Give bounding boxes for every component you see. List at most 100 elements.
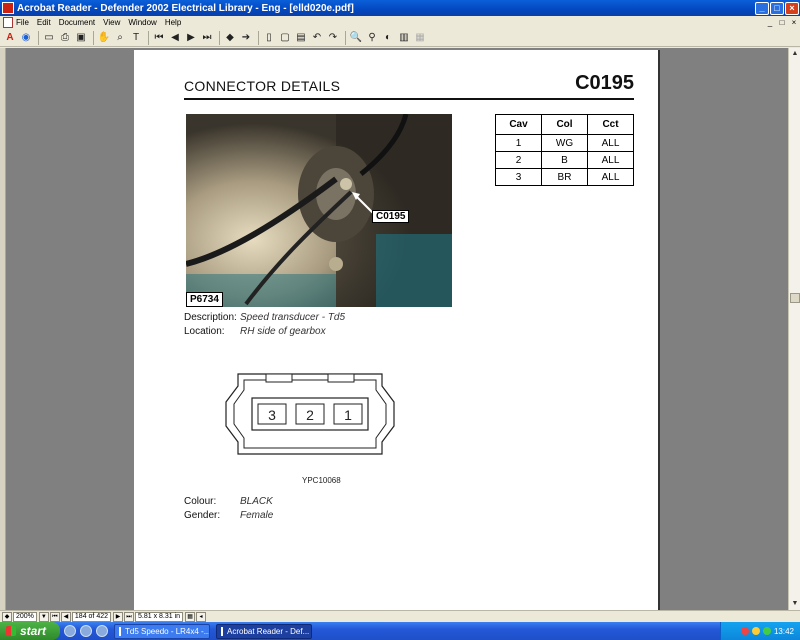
doc-restore-button[interactable]: □ (776, 18, 788, 27)
first-page-button[interactable]: ⏮ (49, 611, 60, 622)
menu-window[interactable]: Window (128, 18, 156, 27)
print-icon[interactable]: ⎙ (58, 31, 72, 45)
maximize-button[interactable]: □ (770, 1, 784, 15)
menu-document[interactable]: Document (59, 18, 95, 27)
quicklaunch-desktop-icon[interactable] (80, 625, 92, 637)
pin-label-2: 2 (306, 407, 314, 423)
header-cav: Cav (495, 114, 542, 135)
quicklaunch-browser-icon[interactable] (64, 625, 76, 637)
pin-label-1: 1 (344, 407, 352, 423)
prev-page-icon[interactable]: ◀ (168, 31, 182, 45)
figure-code: YPC10068 (302, 476, 341, 485)
location-label: Location: (184, 326, 225, 337)
header-col: Col (541, 114, 588, 135)
description-line: Description: Speed transducer - Td5 (184, 312, 345, 323)
firefox-task-icon (119, 626, 121, 636)
description-label: Description: (184, 312, 237, 323)
menu-file[interactable]: File (16, 18, 29, 27)
rotate-right-icon[interactable]: ↷ (326, 31, 340, 45)
fit-page-icon[interactable]: ▢ (278, 31, 292, 45)
windows-flag-icon (6, 626, 16, 636)
scroll-up-icon[interactable]: ▲ (789, 48, 800, 60)
zoom-toggle-icon[interactable]: ◆ (2, 611, 12, 622)
rotate-left-icon[interactable]: ↶ (310, 31, 324, 45)
acrobat-app-icon[interactable] (2, 2, 14, 14)
hand-icon[interactable]: ✋ (97, 31, 111, 45)
search-icon[interactable]: ⚲ (365, 31, 379, 45)
gender-label: Gender: (184, 510, 221, 521)
cell-cav: 2 (495, 151, 542, 169)
pin-table-header-row: Cav Col Cct (495, 114, 634, 135)
gearbox-photo-image (186, 114, 452, 307)
cell-cct: ALL (587, 151, 634, 169)
colour-label: Colour: (184, 496, 217, 507)
task-label: Td5 Speedo - LR4x4 -... (125, 626, 210, 636)
clock[interactable]: 13:42 (774, 627, 794, 636)
last-page-icon[interactable]: ⏭ (200, 31, 214, 45)
zoom-icon[interactable]: ⌕ (113, 31, 127, 45)
menu-edit[interactable]: Edit (37, 18, 51, 27)
scroll-thumb[interactable] (790, 293, 800, 303)
first-page-icon[interactable]: ⏮ (152, 31, 166, 45)
toolbar-divider (258, 30, 259, 45)
table-row: 3 BR ALL (495, 168, 634, 186)
cell-col: B (541, 151, 588, 169)
prev-page-button[interactable]: ◀ (60, 611, 71, 622)
tray-security-icon[interactable] (740, 627, 749, 635)
next-page-button[interactable]: ▶ (113, 611, 123, 622)
menu-view[interactable]: View (103, 18, 120, 27)
quicklaunch-media-icon[interactable] (96, 625, 108, 637)
pin-label-3: 3 (268, 407, 276, 423)
open-icon[interactable]: ▭ (42, 31, 56, 45)
scroll-left-icon[interactable]: ◂ (196, 611, 207, 622)
minimize-button[interactable]: _ (755, 1, 769, 15)
toolbar-divider (345, 30, 346, 45)
toolbar-divider (38, 30, 39, 45)
scroll-down-icon[interactable]: ▼ (789, 598, 800, 610)
text-select-icon[interactable]: T (129, 31, 143, 45)
back-icon[interactable]: ◆ (223, 31, 237, 45)
acrobat-task-icon (221, 626, 223, 636)
cell-cct: ALL (587, 134, 634, 152)
doc-minimize-button[interactable]: _ (764, 18, 776, 27)
forward-icon[interactable]: ➔ (239, 31, 253, 45)
colour-value: BLACK (240, 496, 273, 507)
page-indicator-field[interactable]: 184 of 422 (71, 611, 111, 622)
menu-help[interactable]: Help (165, 18, 181, 27)
title-bar: Acrobat Reader - Defender 2002 Electrica… (0, 0, 800, 16)
gender-value: Female (240, 510, 274, 521)
taskbar: start Td5 Speedo - LR4x4 -... Acrobat Re… (0, 622, 800, 640)
table-row: 1 WG ALL (495, 134, 634, 152)
actual-size-icon[interactable]: ▯ (262, 31, 276, 45)
doc-close-button[interactable]: × (788, 18, 800, 27)
document-icon[interactable] (3, 17, 13, 28)
web-search-icon[interactable]: ◐ (381, 31, 395, 45)
connector-face-diagram: 3 2 1 (225, 373, 395, 455)
ebook-icon[interactable]: ▥ (397, 31, 411, 45)
find-icon[interactable]: 🔍 (349, 31, 363, 45)
header-rule (184, 98, 634, 100)
cell-cav: 1 (495, 134, 542, 152)
pdf-page: CONNECTOR DETAILS C0195 P6734 C0195 Cav … (134, 50, 660, 610)
fit-width-icon[interactable]: ▤ (294, 31, 308, 45)
page-header-title: CONNECTOR DETAILS (184, 78, 341, 94)
window-title: Acrobat Reader - Defender 2002 Electrica… (17, 2, 354, 14)
toolbar-divider (93, 30, 94, 45)
tray-alert-icon[interactable] (751, 627, 760, 635)
zoom-dropdown-icon[interactable]: ▼ (38, 611, 49, 622)
page-layout-icon[interactable]: ▦ (185, 611, 196, 622)
reader-logo-icon: ◉ (21, 31, 31, 43)
last-page-button[interactable]: ⏭ (124, 611, 134, 622)
vertical-scrollbar[interactable]: ▲ ▼ (788, 48, 800, 610)
tray-network-icon[interactable] (762, 627, 771, 635)
location-value: RH side of gearbox (240, 326, 326, 337)
close-button[interactable]: × (785, 1, 799, 15)
document-window-controls: _ □ × (764, 18, 800, 27)
taskbar-item-acrobat[interactable]: Acrobat Reader - Def... (216, 623, 312, 639)
zoom-level-field[interactable]: 200% (13, 611, 37, 622)
taskbar-item-speedo[interactable]: Td5 Speedo - LR4x4 -... (114, 623, 210, 639)
save-icon[interactable]: ▣ (74, 31, 88, 45)
start-button[interactable]: start (0, 622, 60, 640)
next-page-icon[interactable]: ▶ (184, 31, 198, 45)
document-area: CONNECTOR DETAILS C0195 P6734 C0195 Cav … (6, 48, 788, 610)
